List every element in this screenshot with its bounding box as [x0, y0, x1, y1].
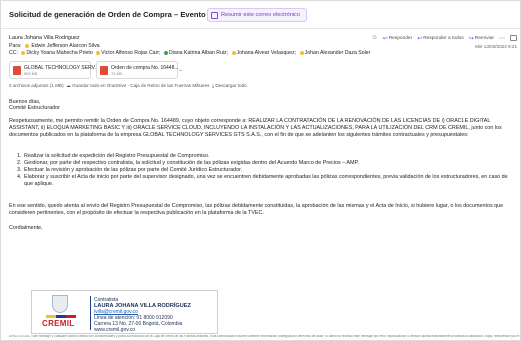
- emoji-reaction-icon[interactable]: ☺: [372, 35, 378, 41]
- to-recipient[interactable]: Edwin Jefferson Alarcon Silva: [31, 43, 99, 49]
- forward-icon: ↪: [468, 35, 474, 42]
- cloud-icon: ☁: [66, 83, 71, 88]
- list-item: 4. Elaborar y suscribir el Acta de inicio…: [17, 174, 514, 188]
- reply-button[interactable]: ↩ Responder: [383, 35, 413, 42]
- attachment-card[interactable]: GLOBAL TECHNOLOGY SERV... 900 KB ⌄: [9, 61, 103, 79]
- presence-dot-icon: [21, 50, 26, 55]
- addressee: Comité Estructurador: [9, 105, 60, 111]
- presence-dot-icon: [24, 43, 29, 48]
- attachment-card[interactable]: Orden de compra No. 16448... 72 KB ⌄: [96, 61, 183, 79]
- forward-label: Reenviar: [474, 35, 494, 41]
- reply-all-icon: ↩: [417, 35, 423, 42]
- attachments-count: 2 archivos adjuntos (1 MB): [9, 83, 64, 88]
- cc-recipient[interactable]: Diana Katrina Alban Ruiz;: [169, 50, 228, 56]
- list-item-text: Elaborar y suscribir el Acta de inicio p…: [24, 174, 508, 187]
- pdf-file-icon: [13, 65, 21, 75]
- summarize-button[interactable]: Resumir este correo electrónico: [207, 8, 307, 22]
- pdf-file-icon: [100, 65, 108, 75]
- cc-label: CC:: [9, 50, 18, 56]
- cc-line: CC: Dicky Yoana Mahecha Prieto Victor Al…: [9, 50, 370, 56]
- list-item: 2. Gestionar, por parte del respectivo co…: [17, 160, 359, 166]
- to-label: Para:: [9, 43, 22, 49]
- logo-text: CREMIL: [42, 319, 75, 328]
- cc-recipient[interactable]: Dicky Yoana Mahecha Prieto: [26, 50, 92, 56]
- reply-all-button[interactable]: ↩ Responder a todos: [417, 35, 464, 42]
- cc-recipient[interactable]: Johan Alexander Daza Soler: [305, 50, 371, 56]
- cc-recipient[interactable]: Victor Alfonso Rojas Carr;: [101, 50, 160, 56]
- signature-divider: [90, 296, 91, 330]
- copilot-summary-icon: [211, 11, 218, 19]
- to-line: Para: Edwin Jefferson Alarcon Silva: [9, 43, 100, 49]
- save-onedrive-link[interactable]: Guardar todo en OneDrive - Caja de Retir…: [72, 83, 209, 88]
- chevron-down-icon[interactable]: ⌄: [179, 67, 183, 73]
- steps-list: 1. Realizar la solicitud de expedición de…: [17, 153, 514, 188]
- list-item-text: Gestionar, por parte del respectivo cont…: [24, 160, 359, 166]
- email-subject: Solicitud de generación de Orden de Comp…: [9, 10, 234, 19]
- cc-recipient[interactable]: Johana Alvear Velasquez;: [237, 50, 297, 56]
- list-item: 1. Realizar la solicitud de expedición de…: [17, 153, 210, 159]
- reply-label: Responder: [388, 35, 413, 41]
- reply-all-label: Responder a todos: [423, 35, 464, 41]
- download-all-link[interactable]: Descargar todo: [215, 83, 246, 88]
- attachment-size: 900 KB: [24, 70, 38, 76]
- email-date: Mié 13/03/2024 9:21: [475, 44, 517, 49]
- email-actions: ☺ ↩ Responder ↩ Responder a todos ↪ Reenvia…: [372, 33, 517, 43]
- shield-icon: [52, 295, 68, 313]
- email-signature: CREMIL Contratista LAURA JOHANA VILLA RO…: [31, 290, 218, 334]
- list-item-text: Realizar la solicitud de expedición del …: [24, 153, 210, 159]
- sender-name[interactable]: Laura Johana Villa Rodriguez: [9, 35, 80, 41]
- presence-dot-icon: [163, 50, 168, 55]
- presence-dot-icon: [299, 50, 304, 55]
- attachments-info: 2 archivos adjuntos (1 MB) ☁ Guardar tod…: [9, 83, 247, 89]
- apps-icon[interactable]: [510, 35, 517, 41]
- attachment-size: 72 KB: [111, 70, 122, 76]
- signature-web[interactable]: www.cremil.gov.co: [94, 327, 191, 333]
- email-reading-pane: Solicitud de generación de Orden de Comp…: [0, 0, 521, 341]
- legal-disclaimer: AVISO LEGAL: Este mensaje y cualquier ar…: [9, 335, 519, 338]
- summarize-label: Resumir este correo electrónico: [221, 12, 300, 18]
- closing: Cordialmente,: [9, 225, 43, 231]
- more-actions-icon[interactable]: ⋯: [499, 35, 505, 42]
- presence-dot-icon: [231, 50, 236, 55]
- flag-bars: [46, 315, 76, 318]
- signature-text: Contratista LAURA JOHANA VILLA RODRÍGUEZ…: [94, 297, 191, 333]
- body-paragraph: En ese sentido, quedo atenta al envío de…: [9, 203, 504, 216]
- forward-button[interactable]: ↪ Reenviar: [469, 35, 494, 42]
- presence-dot-icon: [96, 50, 101, 55]
- subject-bar: Solicitud de generación de Orden de Comp…: [1, 1, 520, 29]
- body-paragraph: Respetuosamente, me permito remitir la O…: [9, 118, 502, 138]
- reply-icon: ↩: [382, 35, 388, 42]
- cremil-logo: CREMIL: [38, 295, 84, 331]
- list-item-text: Efectuar la revisión y aprobación de las…: [24, 167, 243, 173]
- download-icon: ⤓: [212, 83, 215, 88]
- attachments-list: GLOBAL TECHNOLOGY SERV... 900 KB ⌄ Orden…: [9, 61, 183, 79]
- list-item: 3. Efectuar la revisión y aprobación de l…: [17, 167, 243, 173]
